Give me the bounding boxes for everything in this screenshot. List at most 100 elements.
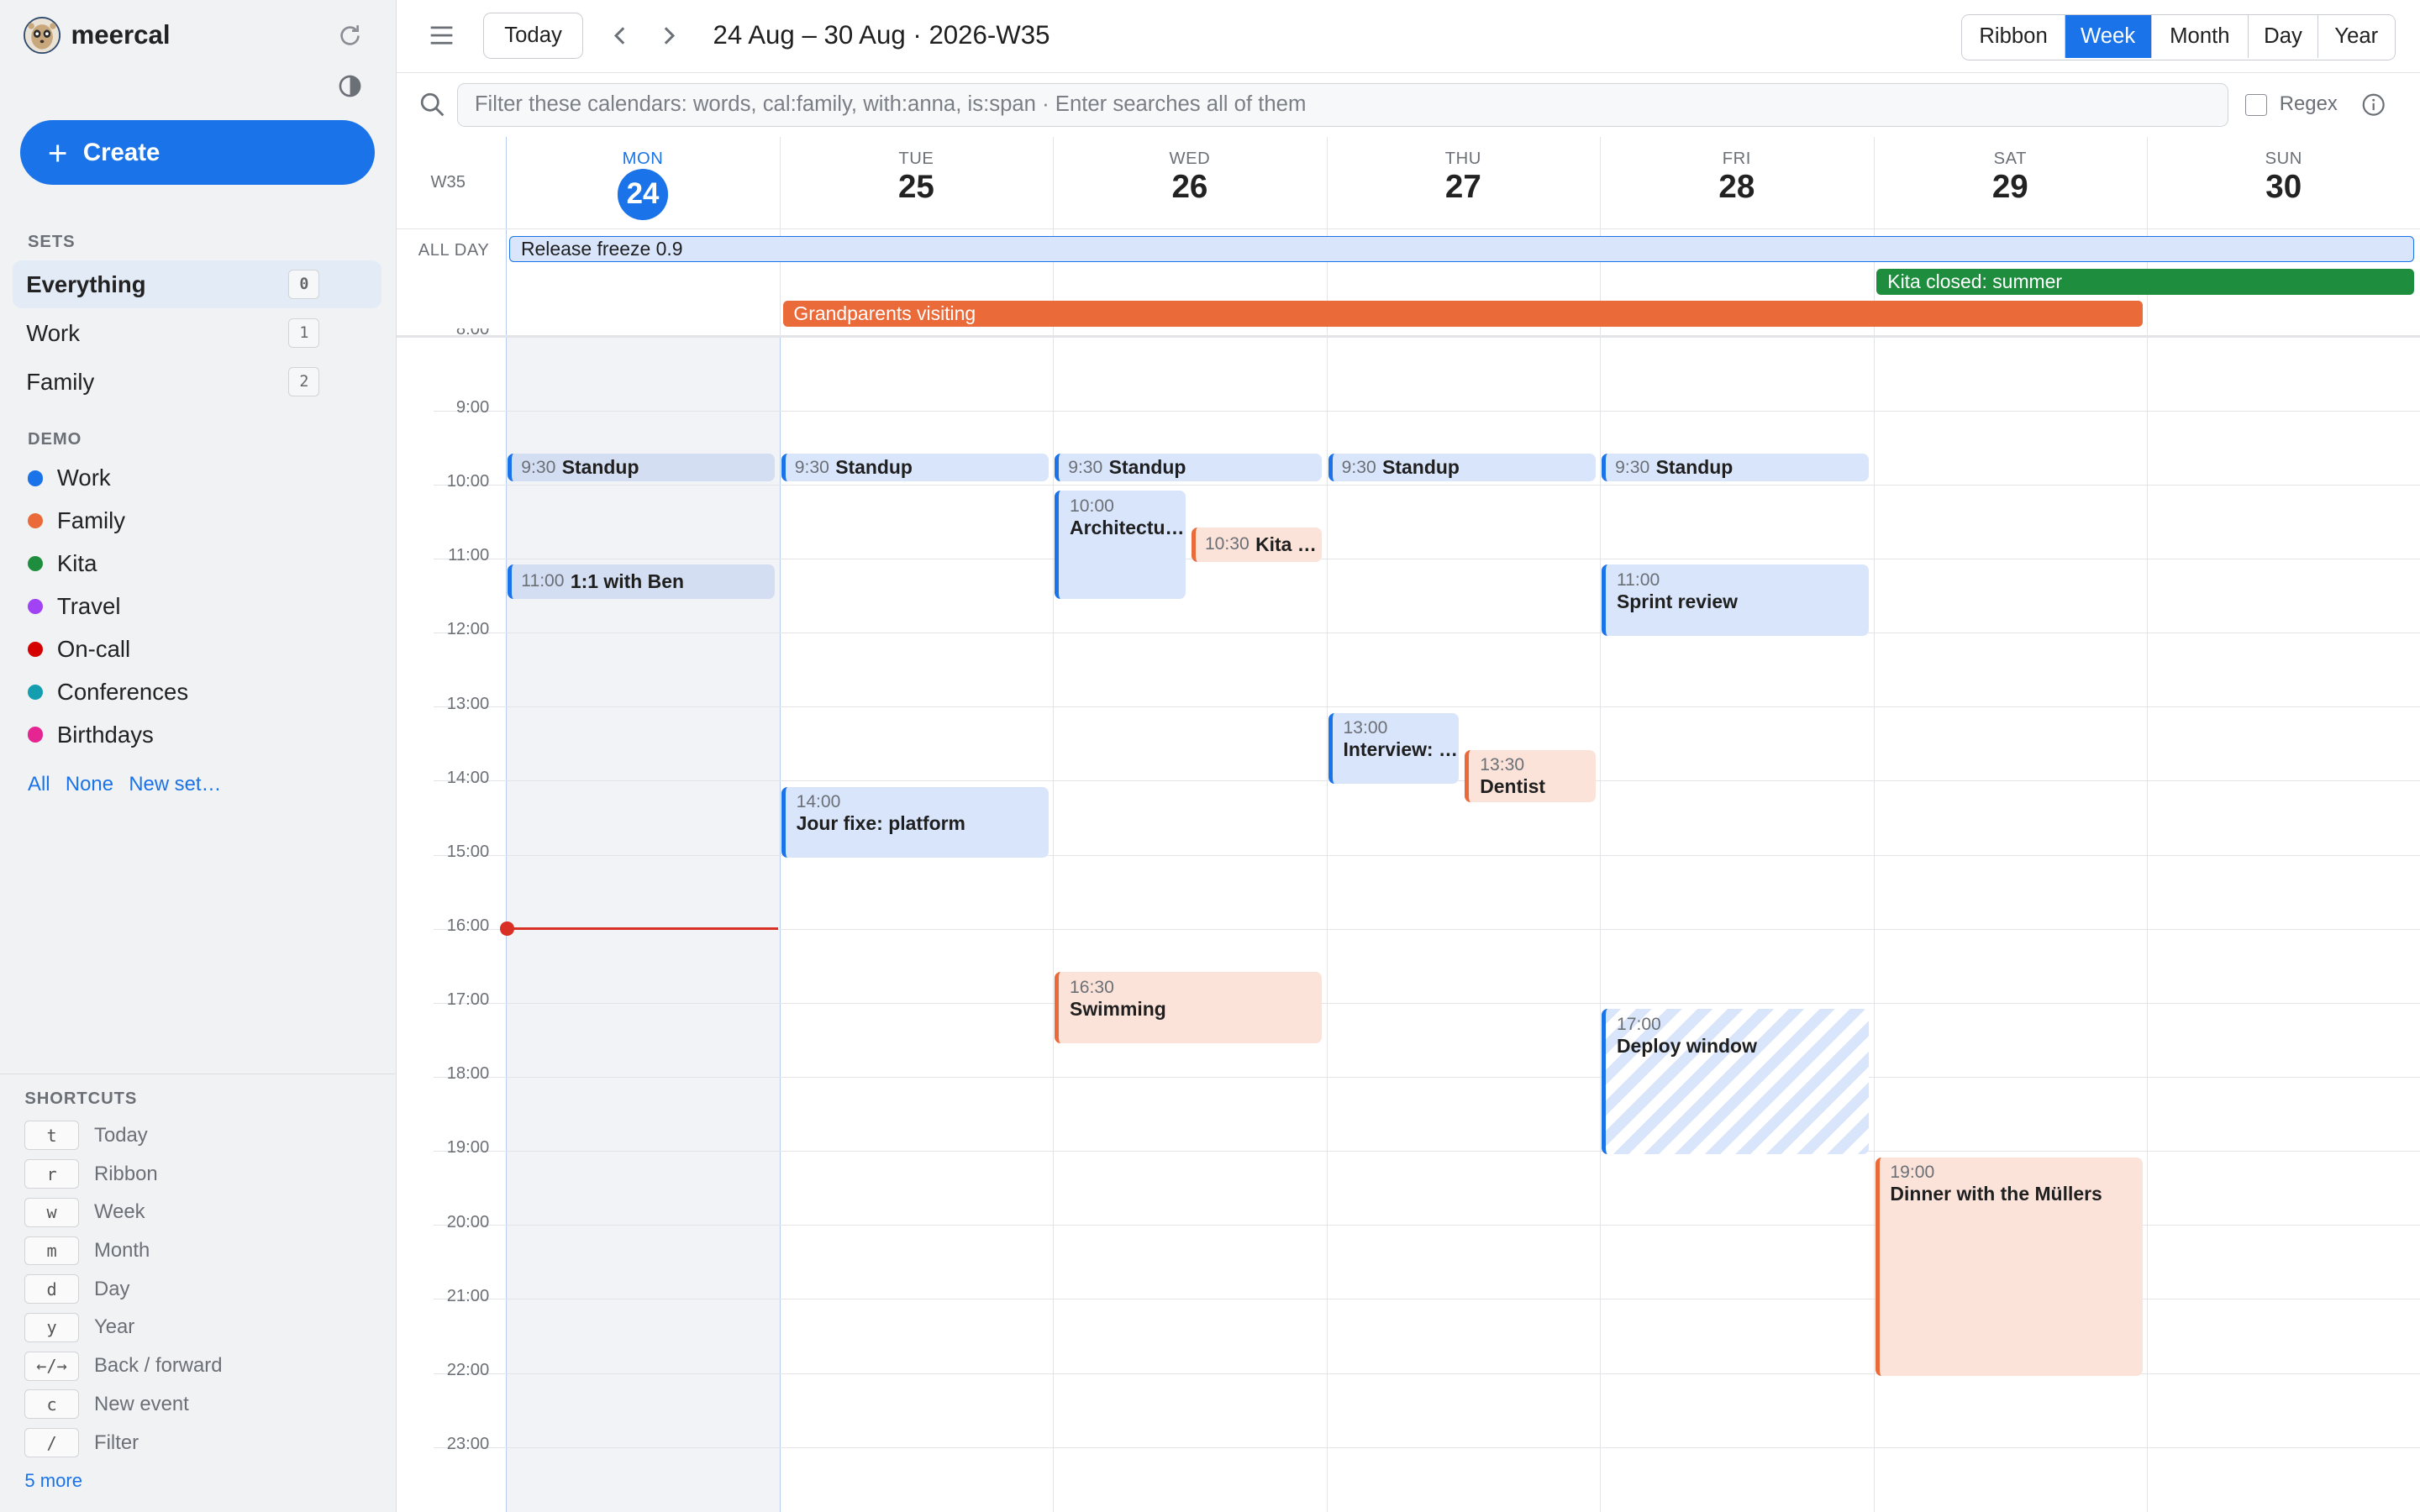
view-month-button[interactable]: Month [2150, 14, 2249, 58]
calendar-event[interactable]: 13:00 Interview: … [1328, 712, 1460, 785]
hour-gridline [434, 410, 2420, 412]
shortcut-row: t Today [24, 1120, 148, 1151]
new-set-link[interactable]: New set… [129, 773, 221, 796]
refresh-icon[interactable] [336, 22, 364, 50]
current-time-dot [500, 921, 514, 936]
info-icon[interactable] [2361, 92, 2386, 117]
theme-toggle-icon[interactable] [336, 72, 364, 100]
search-icon [420, 93, 445, 117]
calendar-item-conferences[interactable]: Conferences [28, 675, 188, 709]
day-number: 25 [897, 169, 934, 206]
all-day-event[interactable]: Release freeze 0.9 [509, 236, 2415, 263]
calendar-event[interactable]: 11:00 1:1 with Ben [508, 564, 776, 599]
shortcut-row: c New event [24, 1389, 189, 1420]
chevron-left-icon[interactable] [607, 22, 634, 50]
calendar-event[interactable]: 9:30 Standup [1055, 453, 1323, 482]
select-all-link[interactable]: All [28, 773, 50, 796]
more-shortcuts-link[interactable]: 5 more [24, 1470, 82, 1492]
calendar-color-dot [28, 727, 44, 743]
create-label: Create [82, 138, 160, 166]
all-day-event[interactable]: Grandparents visiting [782, 301, 2143, 328]
day-of-week-label: SAT [1993, 150, 2027, 169]
calendar-event[interactable]: 9:30 Standup [508, 453, 776, 482]
set-count-badge: 0 [288, 270, 320, 300]
hour-label: 14:00 [446, 768, 490, 787]
day-header-tue[interactable]: TUE 25 [780, 137, 1053, 229]
hour-label: 17:00 [446, 990, 490, 1010]
date-range-title: 24 Aug – 30 Aug · 2026-W35 [713, 19, 1050, 50]
calendar-event[interactable]: 9:30 Standup [1602, 453, 1870, 482]
sets-heading: SETS [28, 233, 76, 252]
day-number: 26 [1171, 169, 1208, 206]
set-links: All None New set… [28, 773, 221, 796]
meerkat-logo-icon [23, 17, 60, 55]
select-none-link[interactable]: None [66, 773, 113, 796]
chevron-right-icon[interactable] [655, 22, 682, 50]
create-button[interactable]: + Create [19, 120, 376, 186]
calendar-item-label: Family [56, 507, 126, 534]
hour-label: 22:00 [446, 1360, 490, 1379]
calendar-item-family[interactable]: Family [28, 504, 125, 538]
calendar-event[interactable]: 14:00 Jour fixe: platform [781, 786, 1049, 858]
day-header-thu[interactable]: THU 27 [1327, 137, 1600, 229]
view-year-button[interactable]: Year [2317, 14, 2395, 58]
day-of-week-label: FRI [1722, 150, 1751, 169]
shortcut-label: Year [94, 1315, 135, 1339]
all-day-event[interactable]: Kita closed: summer [1876, 268, 2415, 295]
event-title: Deploy window [1616, 1034, 1757, 1057]
calendar-item-on-call[interactable]: On-call [28, 633, 130, 666]
regex-checkbox[interactable] [2245, 94, 2268, 116]
calendar-item-label: On-call [56, 635, 131, 662]
event-time: 13:00 [1343, 718, 1388, 738]
calendar-event[interactable]: 11:00 Sprint review [1602, 564, 1870, 636]
set-item-work[interactable]: Work 1 [13, 309, 381, 357]
calendar-color-dot [28, 641, 44, 658]
toolbar-divider [397, 72, 2420, 73]
calendar-event[interactable]: 10:30 Kita … [1191, 528, 1323, 562]
calendar-event[interactable]: 9:30 Standup [781, 453, 1049, 482]
today-column-shade [506, 338, 780, 1512]
day-column-divider [1053, 137, 1054, 1512]
calendar-event[interactable]: 17:00 Deploy window [1602, 1009, 1870, 1154]
event-time: 10:30 [1204, 534, 1249, 554]
view-week-button[interactable]: Week [2064, 14, 2151, 58]
hour-label: 19:00 [446, 1138, 490, 1158]
today-button[interactable]: Today [482, 12, 584, 59]
hamburger-menu-icon[interactable] [428, 22, 459, 50]
day-header-sun[interactable]: SUN 30 [2147, 137, 2420, 229]
day-header-fri[interactable]: FRI 28 [1600, 137, 1873, 229]
day-number: 24 [617, 169, 669, 220]
event-time: 10:00 [1070, 496, 1114, 516]
view-ribbon-button[interactable]: Ribbon [1962, 14, 2065, 58]
calendar-item-birthdays[interactable]: Birthdays [28, 717, 154, 751]
event-title: Standup [561, 456, 639, 479]
calendar-event[interactable]: 9:30 Standup [1328, 453, 1596, 482]
event-title: Dentist [1480, 775, 1545, 798]
set-item-label: Everything [26, 270, 146, 297]
day-header-mon[interactable]: MON 24 [506, 137, 779, 229]
day-header-sat[interactable]: SAT 29 [1874, 137, 2147, 229]
calendar-item-kita[interactable]: Kita [28, 547, 97, 580]
calendar-item-label: Work [56, 465, 111, 491]
day-header-wed[interactable]: WED 26 [1053, 137, 1326, 229]
calendar-event[interactable]: 16:30 Swimming [1055, 972, 1323, 1043]
calendar-item-label: Kita [56, 550, 97, 577]
set-count-badge: 1 [288, 318, 320, 349]
calendar-event[interactable]: 19:00 Dinner with the Müllers [1875, 1157, 2143, 1377]
set-item-everything[interactable]: Everything 0 [12, 260, 381, 309]
view-day-button[interactable]: Day [2248, 14, 2317, 58]
calendar-item-travel[interactable]: Travel [28, 590, 120, 623]
header-divider [397, 228, 2420, 229]
shortcut-key: y [24, 1313, 79, 1342]
calendar-event[interactable]: 10:00 Architectu… [1055, 491, 1186, 599]
app-name: meercal [71, 19, 171, 50]
shortcut-key: c [24, 1389, 79, 1420]
event-time: 9:30 [521, 457, 556, 477]
calendar-item-work[interactable]: Work [28, 461, 111, 495]
filter-input[interactable] [456, 83, 2229, 127]
hour-label: 12:00 [446, 620, 490, 639]
calendar-event[interactable]: 13:30 Dentist [1465, 749, 1596, 803]
event-title: Swimming [1070, 997, 1166, 1020]
hour-label: 13:00 [446, 694, 490, 713]
set-item-family[interactable]: Family 2 [13, 358, 381, 406]
